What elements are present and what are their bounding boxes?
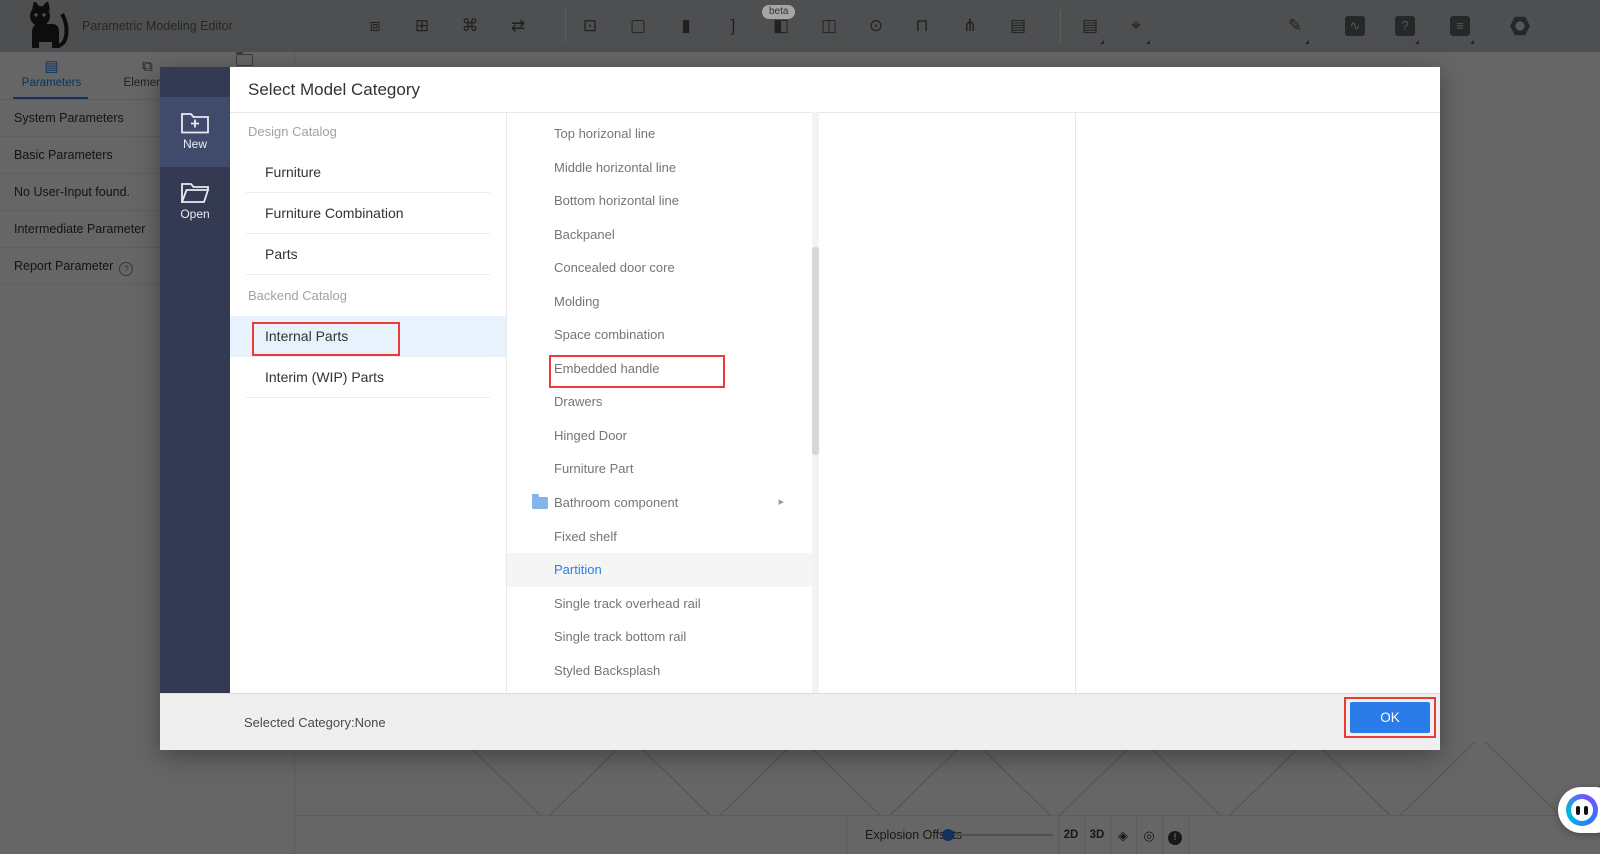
dropdown-caret-icon <box>1146 40 1150 44</box>
folder-icon <box>532 494 548 510</box>
subcategory-item[interactable]: Styled Backsplash <box>507 654 812 688</box>
subcategory-item[interactable]: Bathroom component ▸ <box>507 486 812 520</box>
folder-open-icon <box>180 183 210 203</box>
subcategory-item[interactable]: Middle horizontal line <box>507 151 812 185</box>
toolbar-divider <box>1060 10 1061 42</box>
dialog-side-rail: New Open <box>160 67 230 750</box>
catalog-group-label: Backend Catalog <box>248 288 348 303</box>
app-title: Parametric Modeling Editor <box>82 19 233 33</box>
box-model-icon[interactable]: ⧈ <box>361 0 389 52</box>
subcategory-item[interactable]: Single track bottom rail <box>507 620 812 654</box>
panel-divider <box>1075 112 1076 693</box>
edit-pencil-icon[interactable]: ✎ <box>1281 0 1309 52</box>
subcategory-item[interactable]: Concealed door core <box>507 251 812 285</box>
formula-cube-icon[interactable]: ◧ <box>767 0 795 52</box>
notes-doc-icon[interactable]: ≡ <box>1450 16 1470 36</box>
cat-logo <box>30 2 69 48</box>
select-model-category-dialog: New Open Select Model Category Design Ca… <box>160 67 1440 750</box>
activity-icon[interactable]: ∿ <box>1345 16 1365 36</box>
subcategory-item[interactable]: Top horizonal line <box>507 117 812 151</box>
catalog-item[interactable]: Furniture Combination <box>230 193 506 234</box>
catalog-group-label: Design Catalog <box>248 124 337 139</box>
open-button[interactable]: Open <box>160 167 230 237</box>
scrollbar-thumb[interactable] <box>812 247 819 455</box>
subcategory-item[interactable]: Hinged Door <box>507 419 812 453</box>
dropdown-caret-icon <box>1305 40 1309 44</box>
chevron-right-icon: ▸ <box>778 496 784 509</box>
dialog-footer: Selected Category:None <box>160 693 1440 750</box>
subcategory-column: Top horizonal line Middle horizontal line… <box>507 112 812 693</box>
catalog-column: Design Catalog Furniture Furniture Combina… <box>230 112 507 693</box>
doc-settings-icon[interactable]: ▤ <box>1004 0 1032 52</box>
subcategory-item[interactable]: Embedded handle <box>507 352 812 386</box>
hardware-fitting-icon[interactable]: ⊓ <box>908 0 936 52</box>
subcategory-item[interactable]: Fixed shelf <box>507 520 812 554</box>
node-path-icon[interactable]: ⋔ <box>956 0 984 52</box>
dropdown-caret-icon <box>1100 40 1104 44</box>
subcategory-item[interactable]: Single track overhead rail <box>507 587 812 621</box>
catalog-item[interactable]: Parts <box>230 234 506 275</box>
toolbar-divider <box>565 10 566 42</box>
new-button[interactable]: New <box>160 97 230 167</box>
subcategory-item[interactable]: Bottom horizontal line <box>507 184 812 218</box>
subcategory-item[interactable]: Partition <box>507 553 812 587</box>
annotate-frame-icon[interactable]: ▢ <box>624 0 652 52</box>
pin-icon[interactable]: ⊙ <box>862 0 890 52</box>
top-toolbar: Parametric Modeling Editor beta ⧈ ⊞ ⌘ ⇄ ⊡ ▢ ▮]… <box>0 0 1600 52</box>
catalog-item[interactable]: Interim (WIP) Parts <box>230 357 506 398</box>
help-icon[interactable]: ? <box>1395 16 1415 36</box>
ok-button[interactable]: OK <box>1350 702 1430 733</box>
folder-plus-icon <box>181 113 209 134</box>
export-doc-icon[interactable]: ▤ <box>1076 0 1104 52</box>
frame-select-icon[interactable]: ⊡ <box>576 0 604 52</box>
assistant-chat-button[interactable] <box>1558 787 1600 833</box>
pillar-icon[interactable]: ▮ <box>672 0 700 52</box>
subcategory-item[interactable]: Molding <box>507 285 812 319</box>
assistant-robot-icon <box>1566 794 1598 826</box>
scrollbar-track[interactable] <box>812 112 819 693</box>
bracket-icon[interactable]: ] <box>719 0 747 52</box>
subcategory-item[interactable]: Space combination <box>507 318 812 352</box>
dropdown-caret-icon <box>1470 40 1474 44</box>
door-panel-icon[interactable]: ◫ <box>815 0 843 52</box>
catalog-item[interactable]: Internal Parts <box>230 316 506 357</box>
subcategory-item[interactable]: Backpanel <box>507 218 812 252</box>
dropdown-caret-icon <box>1415 40 1419 44</box>
catalog-item[interactable]: Furniture <box>230 152 506 193</box>
selected-category-label: Selected Category:None <box>244 715 386 730</box>
component-cube-icon[interactable]: ⊞ <box>408 0 436 52</box>
model-badge-icon[interactable]: ⌖ <box>1122 0 1150 52</box>
settings-nut-icon[interactable] <box>1510 16 1530 36</box>
swap-arrows-icon[interactable]: ⇄ <box>504 0 532 52</box>
subcategory-item[interactable]: Furniture Part <box>507 452 812 486</box>
knot-icon[interactable]: ⌘ <box>456 0 484 52</box>
subcategory-item[interactable]: Drawers <box>507 385 812 419</box>
dialog-title: Select Model Category <box>248 80 420 99</box>
